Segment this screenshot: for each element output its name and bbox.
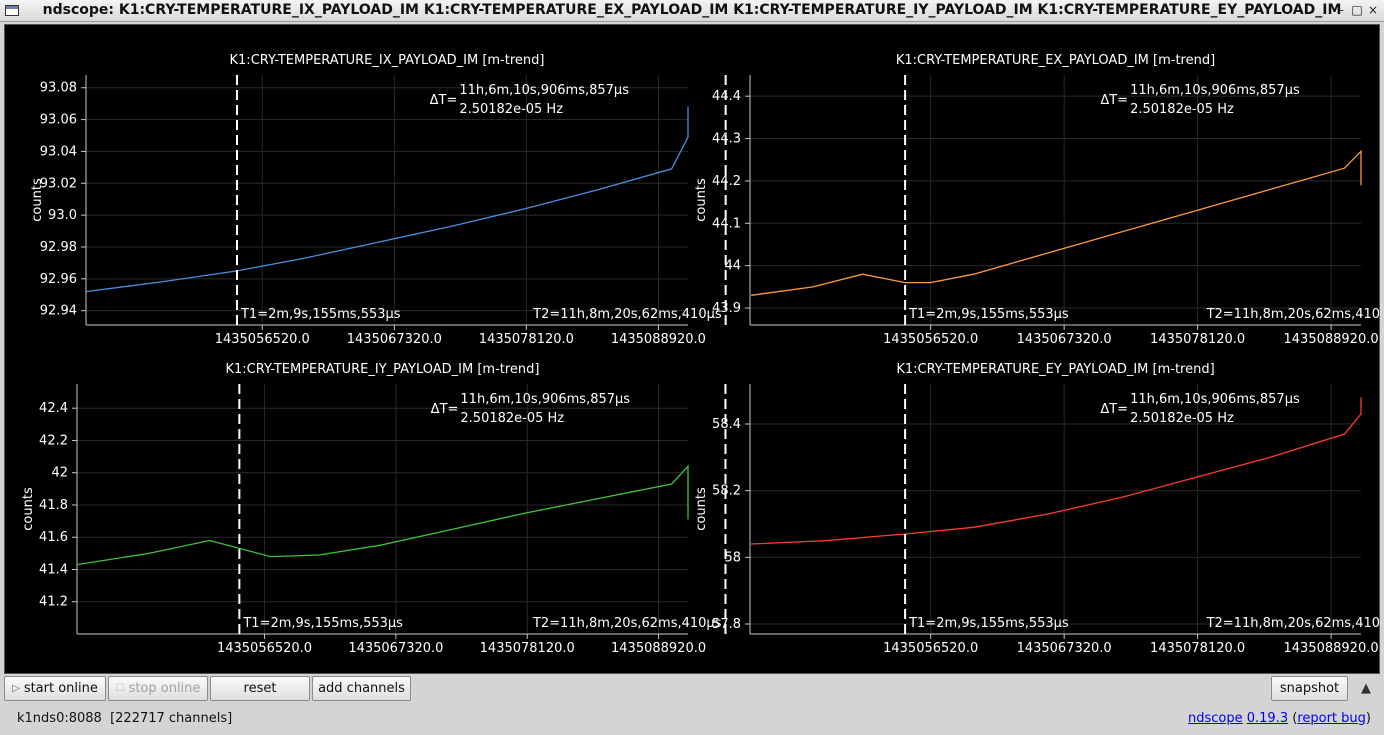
delta-t-value-iy: 11h,6m,10s,906ms,857µs bbox=[460, 392, 630, 407]
toolbar: ▷ start online ☐ stop online reset add c… bbox=[0, 674, 1384, 704]
close-icon[interactable]: × bbox=[1365, 2, 1381, 18]
y-tick-label-ix-2: 92.98 bbox=[40, 240, 77, 255]
y-axis-label-ex: counts bbox=[694, 178, 709, 222]
x-tick-label-ex-3: 1435088920.0 bbox=[1284, 332, 1379, 347]
y-tick-label-ey-1: 58 bbox=[724, 550, 741, 565]
t1-label-ey: T1=2m,9s,155ms,553µs bbox=[908, 616, 1069, 631]
y-tick-label-ex-0: 43.9 bbox=[712, 301, 741, 316]
y-axis-label-iy: counts bbox=[21, 487, 36, 531]
play-icon: ▷ bbox=[12, 683, 20, 694]
snapshot-button[interactable]: snapshot bbox=[1271, 676, 1348, 701]
y-tick-label-ix-3: 93.0 bbox=[48, 208, 77, 223]
x-tick-label-iy-2: 1435078120.0 bbox=[480, 641, 575, 656]
y-tick-label-iy-0: 41.2 bbox=[39, 595, 68, 610]
y-axis-label-ix: counts bbox=[30, 178, 45, 222]
plots-canvas[interactable]: 92.94 92.96 92.98 93.0 93.02 93.04 93.06 93.08 1… bbox=[5, 25, 1381, 675]
start-online-label: start online bbox=[23, 681, 98, 696]
plot-title-ex: K1:CRY-TEMPERATURE_EX_PAYLOAD_IM [m-tren… bbox=[896, 53, 1215, 68]
checkbox-icon: ☐ bbox=[115, 683, 125, 694]
delta-t-label-ix: ΔT= bbox=[430, 93, 458, 108]
stop-online-label: stop online bbox=[128, 681, 201, 696]
y-tick-label-iy-3: 41.8 bbox=[39, 498, 68, 513]
y-axis-label-ey: counts bbox=[694, 487, 709, 531]
x-tick-label-ix-3: 1435088920.0 bbox=[611, 332, 706, 347]
x-tick-label-ey-0: 1435056520.0 bbox=[883, 641, 978, 656]
delta-t-frequency-ix: 2.50182e-05 Hz bbox=[459, 102, 563, 117]
delta-t-frequency-iy: 2.50182e-05 Hz bbox=[460, 411, 564, 426]
ndscope-link[interactable]: ndscope bbox=[1188, 711, 1243, 726]
y-tick-label-ex-4: 44.3 bbox=[712, 132, 741, 147]
window-titlebar: ndscope: K1:CRY-TEMPERATURE_IX_PAYLOAD_I… bbox=[0, 0, 1384, 22]
y-tick-label-ix-4: 93.02 bbox=[40, 176, 77, 191]
y-tick-label-ex-2: 44.1 bbox=[712, 216, 741, 231]
t1-label-iy: T1=2m,9s,155ms,553µs bbox=[242, 616, 403, 631]
series-line-ix-0 bbox=[85, 106, 689, 293]
y-tick-label-ey-0: 57.8 bbox=[712, 617, 741, 632]
t1-label-ix: T1=2m,9s,155ms,553µs bbox=[240, 307, 401, 322]
channel-count: [222717 channels] bbox=[110, 711, 233, 726]
stop-online-button[interactable]: ☐ stop online bbox=[108, 676, 208, 701]
version-link[interactable]: 0.19.3 bbox=[1247, 711, 1288, 726]
delta-t-value-ex: 11h,6m,10s,906ms,857µs bbox=[1130, 83, 1300, 98]
y-tick-label-iy-6: 42.4 bbox=[39, 401, 68, 416]
server-address: k1nds0:8088 bbox=[17, 711, 102, 726]
y-tick-label-iy-4: 42 bbox=[51, 466, 68, 481]
start-online-button[interactable]: ▷ start online bbox=[4, 676, 106, 701]
x-tick-label-iy-0: 1435056520.0 bbox=[217, 641, 312, 656]
y-tick-label-ix-7: 93.08 bbox=[40, 81, 77, 96]
plot-title-ix: K1:CRY-TEMPERATURE_IX_PAYLOAD_IM [m-tren… bbox=[230, 53, 545, 68]
minimize-icon[interactable]: – bbox=[1333, 2, 1349, 18]
x-tick-label-ey-2: 1435078120.0 bbox=[1150, 641, 1245, 656]
t1-label-ex: T1=2m,9s,155ms,553µs bbox=[908, 307, 1069, 322]
x-tick-label-ey-3: 1435088920.0 bbox=[1284, 641, 1379, 656]
window-title: ndscope: K1:CRY-TEMPERATURE_IX_PAYLOAD_I… bbox=[42, 2, 1342, 18]
maximize-icon[interactable]: □ bbox=[1349, 2, 1365, 18]
plot-title-iy: K1:CRY-TEMPERATURE_IY_PAYLOAD_IM [m-tren… bbox=[226, 362, 540, 377]
y-tick-label-ix-6: 93.06 bbox=[40, 113, 77, 128]
plot-area[interactable]: 92.94 92.96 92.98 93.0 93.02 93.04 93.06 93.08 1… bbox=[4, 24, 1381, 675]
t2-label-ey: T2=11h,8m,20s,62ms,410µs bbox=[1206, 616, 1381, 631]
delta-t-label-iy: ΔT= bbox=[431, 402, 459, 417]
y-tick-label-ex-1: 44 bbox=[724, 259, 741, 274]
x-tick-label-ex-1: 1435067320.0 bbox=[1017, 332, 1112, 347]
y-tick-label-ix-1: 92.96 bbox=[40, 272, 77, 287]
collapse-panel-icon[interactable]: ▲ bbox=[1354, 676, 1378, 701]
t2-label-ex: T2=11h,8m,20s,62ms,410µs bbox=[1206, 307, 1381, 322]
x-tick-label-ix-2: 1435078120.0 bbox=[479, 332, 574, 347]
x-tick-label-ex-0: 1435056520.0 bbox=[883, 332, 978, 347]
y-tick-label-ix-5: 93.04 bbox=[40, 144, 77, 159]
delta-t-frequency-ex: 2.50182e-05 Hz bbox=[1130, 102, 1234, 117]
y-tick-label-ix-0: 92.94 bbox=[40, 304, 77, 319]
t2-label-ix: T2=11h,8m,20s,62ms,410µs bbox=[532, 307, 722, 322]
series-line-ey-0 bbox=[751, 397, 1362, 545]
report-bug-link[interactable]: report bug bbox=[1297, 711, 1366, 726]
x-tick-label-ix-0: 1435056520.0 bbox=[215, 332, 310, 347]
x-tick-label-ey-1: 1435067320.0 bbox=[1017, 641, 1112, 656]
server-status: k1nds0:8088 [222717 channels] bbox=[17, 711, 232, 726]
delta-t-label-ex: ΔT= bbox=[1100, 93, 1128, 108]
x-tick-label-iy-1: 1435067320.0 bbox=[348, 641, 443, 656]
x-tick-label-iy-3: 1435088920.0 bbox=[611, 641, 706, 656]
y-tick-label-ex-5: 44.4 bbox=[712, 89, 741, 104]
y-tick-label-ey-3: 58.4 bbox=[712, 417, 741, 432]
x-tick-label-ex-2: 1435078120.0 bbox=[1150, 332, 1245, 347]
y-tick-label-iy-2: 41.6 bbox=[39, 530, 68, 545]
x-tick-label-ix-1: 1435067320.0 bbox=[347, 332, 442, 347]
y-tick-label-iy-5: 42.2 bbox=[39, 433, 68, 448]
status-bar: k1nds0:8088 [222717 channels] ndscope 0.… bbox=[0, 704, 1384, 735]
add-channels-button[interactable]: add channels bbox=[312, 676, 411, 701]
version-info: ndscope 0.19.3 (report bug) bbox=[1188, 711, 1371, 726]
paren-close: ) bbox=[1365, 711, 1371, 726]
plot-title-ey: K1:CRY-TEMPERATURE_EY_PAYLOAD_IM [m-tren… bbox=[896, 362, 1214, 377]
delta-t-frequency-ey: 2.50182e-05 Hz bbox=[1130, 411, 1234, 426]
y-tick-label-iy-1: 41.4 bbox=[39, 562, 68, 577]
delta-t-value-ix: 11h,6m,10s,906ms,857µs bbox=[459, 83, 629, 98]
delta-t-value-ey: 11h,6m,10s,906ms,857µs bbox=[1130, 392, 1300, 407]
y-tick-label-ey-2: 58.2 bbox=[712, 484, 741, 499]
reset-button[interactable]: reset bbox=[210, 676, 310, 701]
series-line-iy-0 bbox=[76, 464, 689, 566]
t2-label-iy: T2=11h,8m,20s,62ms,410µs bbox=[532, 616, 722, 631]
y-tick-label-ex-3: 44.2 bbox=[712, 174, 741, 189]
delta-t-label-ey: ΔT= bbox=[1100, 402, 1128, 417]
